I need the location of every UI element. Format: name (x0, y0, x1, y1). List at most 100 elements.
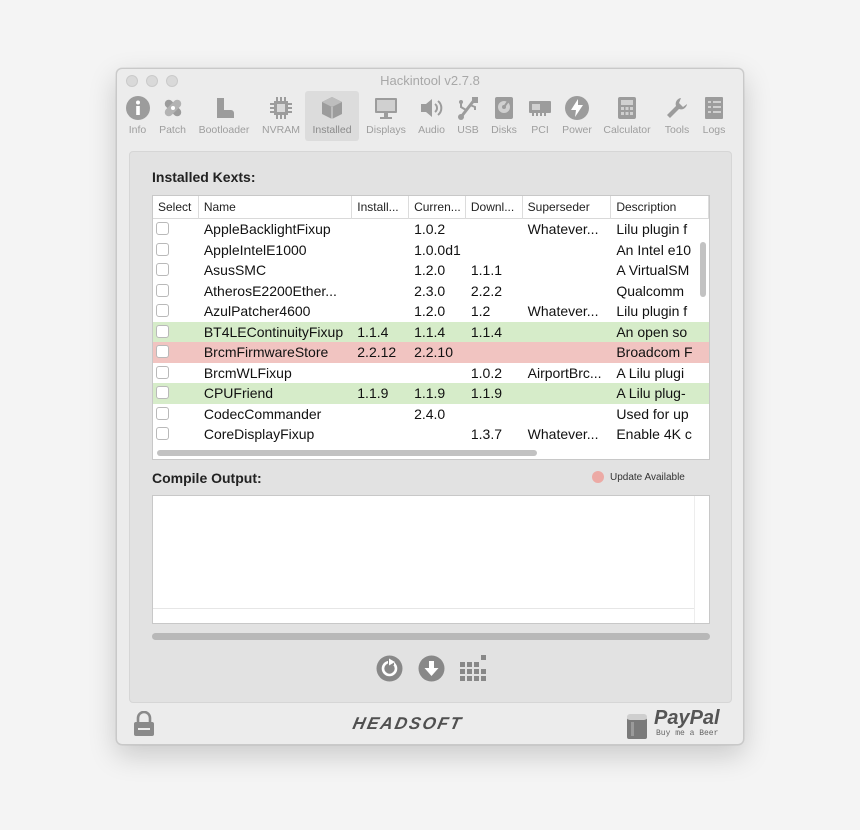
table-row[interactable]: BT4LEContinuityFixup 1.1.4 1.1.4 1.1.4 An op… (153, 321, 709, 343)
toolbar-tab-nvram[interactable]: NVRAM (257, 91, 305, 141)
cell-name: CodecCommander (203, 405, 322, 422)
cell-name: AzulPatcher4600 (203, 303, 311, 319)
toolbar-tab-label: Audio (418, 124, 445, 136)
cell-download: 2.2.2 (470, 282, 502, 299)
lock-icon (134, 710, 154, 736)
kexts-table[interactable]: Select Name Install... Curren... Downl... Sup… (152, 195, 710, 460)
column-header-curren[interactable]: Curren... (409, 196, 466, 219)
table-row[interactable]: CoreDisplayFixup 1.3.7 Whatever... Enable 4… (153, 424, 709, 445)
cell-download: 1.1.4 (470, 323, 502, 340)
toolbar-tab-tools[interactable]: Tools (658, 91, 696, 141)
calculator-icon (618, 97, 636, 119)
title-bar: Hackintool v2.7.8 (117, 69, 743, 93)
select-checkbox[interactable] (156, 304, 169, 317)
cube-icon (322, 97, 342, 119)
cell-superseder (523, 260, 612, 281)
cell-download (466, 240, 523, 261)
compile-output-textarea[interactable] (152, 495, 710, 624)
table-body: AppleBacklightFixup 1.0.2 Whatever... Lilu … (153, 219, 709, 445)
cell-superseder: Whatever... (527, 303, 599, 319)
toolbar-tab-bootloader[interactable]: Bootloader (191, 91, 257, 141)
toolbar-tab-label: Logs (702, 124, 726, 136)
column-header-downl[interactable]: Downl... (466, 196, 523, 219)
cell-name: BrcmFirmwareStore (203, 344, 329, 360)
toolbar-tab-displays[interactable]: Displays (359, 91, 413, 141)
select-checkbox[interactable] (156, 406, 169, 420)
table-row[interactable]: BrcmFirmwareStore 2.2.12 2.2.10 Broadcom F (153, 342, 709, 363)
refresh-button[interactable] (375, 654, 403, 682)
column-header-description[interactable]: Description (611, 196, 709, 219)
select-checkbox[interactable] (156, 365, 169, 379)
cell-current: 1.2.0 (414, 303, 446, 319)
lock-button[interactable] (133, 710, 155, 737)
toolbar-tab-label: Displays (366, 124, 406, 136)
update-available-label: Update Available (610, 471, 685, 483)
select-cell (153, 363, 199, 384)
select-checkbox[interactable] (156, 283, 169, 297)
grid-view-button[interactable] (459, 654, 487, 682)
toolbar-tab-power[interactable]: Power (558, 91, 596, 141)
toolbar-tab-audio[interactable]: Audio (413, 91, 450, 141)
toolbar-tab-label: Tools (664, 124, 690, 136)
toolbar-tab-installed[interactable]: Installed (305, 91, 359, 141)
paypal-donate-button[interactable]: PayPal Buy me a Beer (626, 707, 732, 743)
column-header-install[interactable]: Install... (352, 196, 410, 219)
table-vertical-scrollbar[interactable] (700, 242, 706, 297)
cell-name: CoreDisplayFixup (203, 426, 315, 442)
toolbar-tab-patch[interactable]: Patch (154, 91, 191, 141)
cell-download: 1.0.2 (470, 364, 502, 381)
cell-description: A VirtualSM (616, 262, 690, 278)
installed-panel: Installed Kexts: Select Name Install... Cur… (129, 151, 732, 703)
download-button[interactable] (417, 654, 445, 682)
table-row[interactable]: AzulPatcher4600 1.2.0 1.2 Whatever... Lilu p… (153, 301, 709, 322)
select-checkbox[interactable] (156, 324, 169, 338)
cell-installed (352, 240, 409, 261)
toolbar-tab-usb[interactable]: USB (450, 91, 486, 141)
table-row[interactable]: AppleIntelE1000 1.0.0d1 An Intel e10 (153, 240, 709, 261)
output-vertical-scroll-track[interactable] (694, 496, 709, 623)
cell-download (466, 219, 523, 240)
toolbar-tab-info[interactable]: Info (121, 91, 154, 141)
cell-name: CPUFriend (203, 385, 274, 401)
disk-icon (495, 97, 513, 119)
toolbar-tab-logs[interactable]: Logs (696, 91, 732, 141)
update-available-dot (592, 471, 604, 483)
cell-download (466, 342, 523, 363)
cell-download: 1.1.1 (470, 262, 502, 278)
toolbar-tab-disks[interactable]: Disks (486, 91, 522, 141)
select-checkbox[interactable] (156, 427, 169, 440)
toolbar-tab-pci[interactable]: PCI (522, 91, 558, 141)
cell-superseder (523, 322, 612, 343)
cell-superseder (523, 383, 612, 404)
table-row[interactable]: AppleBacklightFixup 1.0.2 Whatever... Lilu … (153, 219, 709, 240)
select-checkbox[interactable] (156, 263, 169, 276)
cell-download: 1.3.7 (470, 426, 502, 442)
table-row[interactable]: BrcmWLFixup 1.0.2 AirportBrc... A Lilu plug… (153, 363, 709, 384)
column-header-name[interactable]: Name (199, 196, 353, 219)
table-horizontal-scrollbar[interactable] (157, 450, 537, 456)
select-cell (153, 301, 199, 322)
table-row[interactable]: CPUFriend 1.1.9 1.1.9 1.1.9 A Lilu plug- (153, 383, 709, 404)
select-checkbox[interactable] (156, 345, 169, 358)
cell-installed: 2.2.12 (357, 344, 397, 360)
column-header-select[interactable]: Select (153, 196, 199, 219)
cell-current (409, 424, 466, 445)
table-row[interactable]: CodecCommander 2.4.0 Used for up (153, 404, 709, 425)
select-checkbox[interactable] (156, 222, 169, 235)
select-checkbox[interactable] (156, 242, 169, 256)
cell-superseder: Whatever... (527, 426, 599, 442)
cell-current: 1.0.0d1 (414, 241, 461, 258)
output-horizontal-scroll-track[interactable] (153, 608, 695, 623)
toolbar-tab-calculator[interactable]: Calculator (596, 91, 658, 141)
cell-installed (352, 281, 409, 302)
beer-mug-icon (627, 714, 647, 739)
table-row[interactable]: AsusSMC 1.2.0 1.1.1 A VirtualSM (153, 260, 709, 281)
cell-installed (352, 404, 409, 425)
select-checkbox[interactable] (156, 386, 169, 399)
headsoft-logo[interactable]: HEADSOFT (351, 714, 465, 734)
cell-installed: 1.1.9 (357, 385, 389, 401)
cell-installed (352, 424, 409, 445)
table-row[interactable]: AtherosE2200Ether... 2.3.0 2.2.2 Qualcomm (153, 281, 709, 302)
column-header-superseder[interactable]: Superseder (523, 196, 612, 219)
cell-current: 1.0.2 (414, 221, 446, 237)
